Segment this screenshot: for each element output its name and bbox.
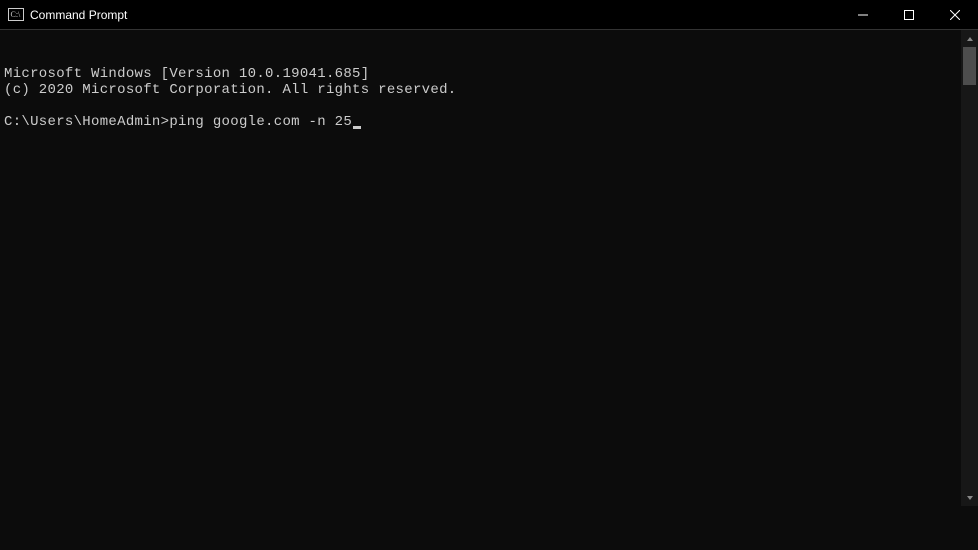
window-titlebar[interactable]: C:\ Command Prompt — [0, 0, 978, 30]
titlebar-left: C:\ Command Prompt — [8, 7, 127, 23]
terminal-command: ping google.com -n 25 — [169, 114, 352, 130]
terminal-line-copyright: (c) 2020 Microsoft Corporation. All righ… — [4, 82, 456, 98]
scrollbar-up-arrow-icon[interactable] — [961, 30, 978, 47]
close-button[interactable] — [932, 0, 978, 29]
window-title: Command Prompt — [30, 8, 127, 22]
maximize-button[interactable] — [886, 0, 932, 29]
minimize-button[interactable] — [840, 0, 886, 29]
text-cursor — [353, 126, 361, 129]
scrollbar-thumb[interactable] — [963, 47, 976, 85]
terminal-body[interactable]: Microsoft Windows [Version 10.0.19041.68… — [0, 30, 978, 506]
command-prompt-icon: C:\ — [8, 7, 24, 23]
scrollbar-track[interactable] — [961, 47, 978, 489]
terminal-content: Microsoft Windows [Version 10.0.19041.68… — [4, 66, 956, 534]
terminal-line-version: Microsoft Windows [Version 10.0.19041.68… — [4, 66, 369, 82]
vertical-scrollbar[interactable] — [961, 30, 978, 506]
scrollbar-down-arrow-icon[interactable] — [961, 489, 978, 506]
terminal-prompt: C:\Users\HomeAdmin> — [4, 114, 169, 130]
svg-text:C:\: C:\ — [11, 10, 22, 19]
window-controls — [840, 0, 978, 29]
